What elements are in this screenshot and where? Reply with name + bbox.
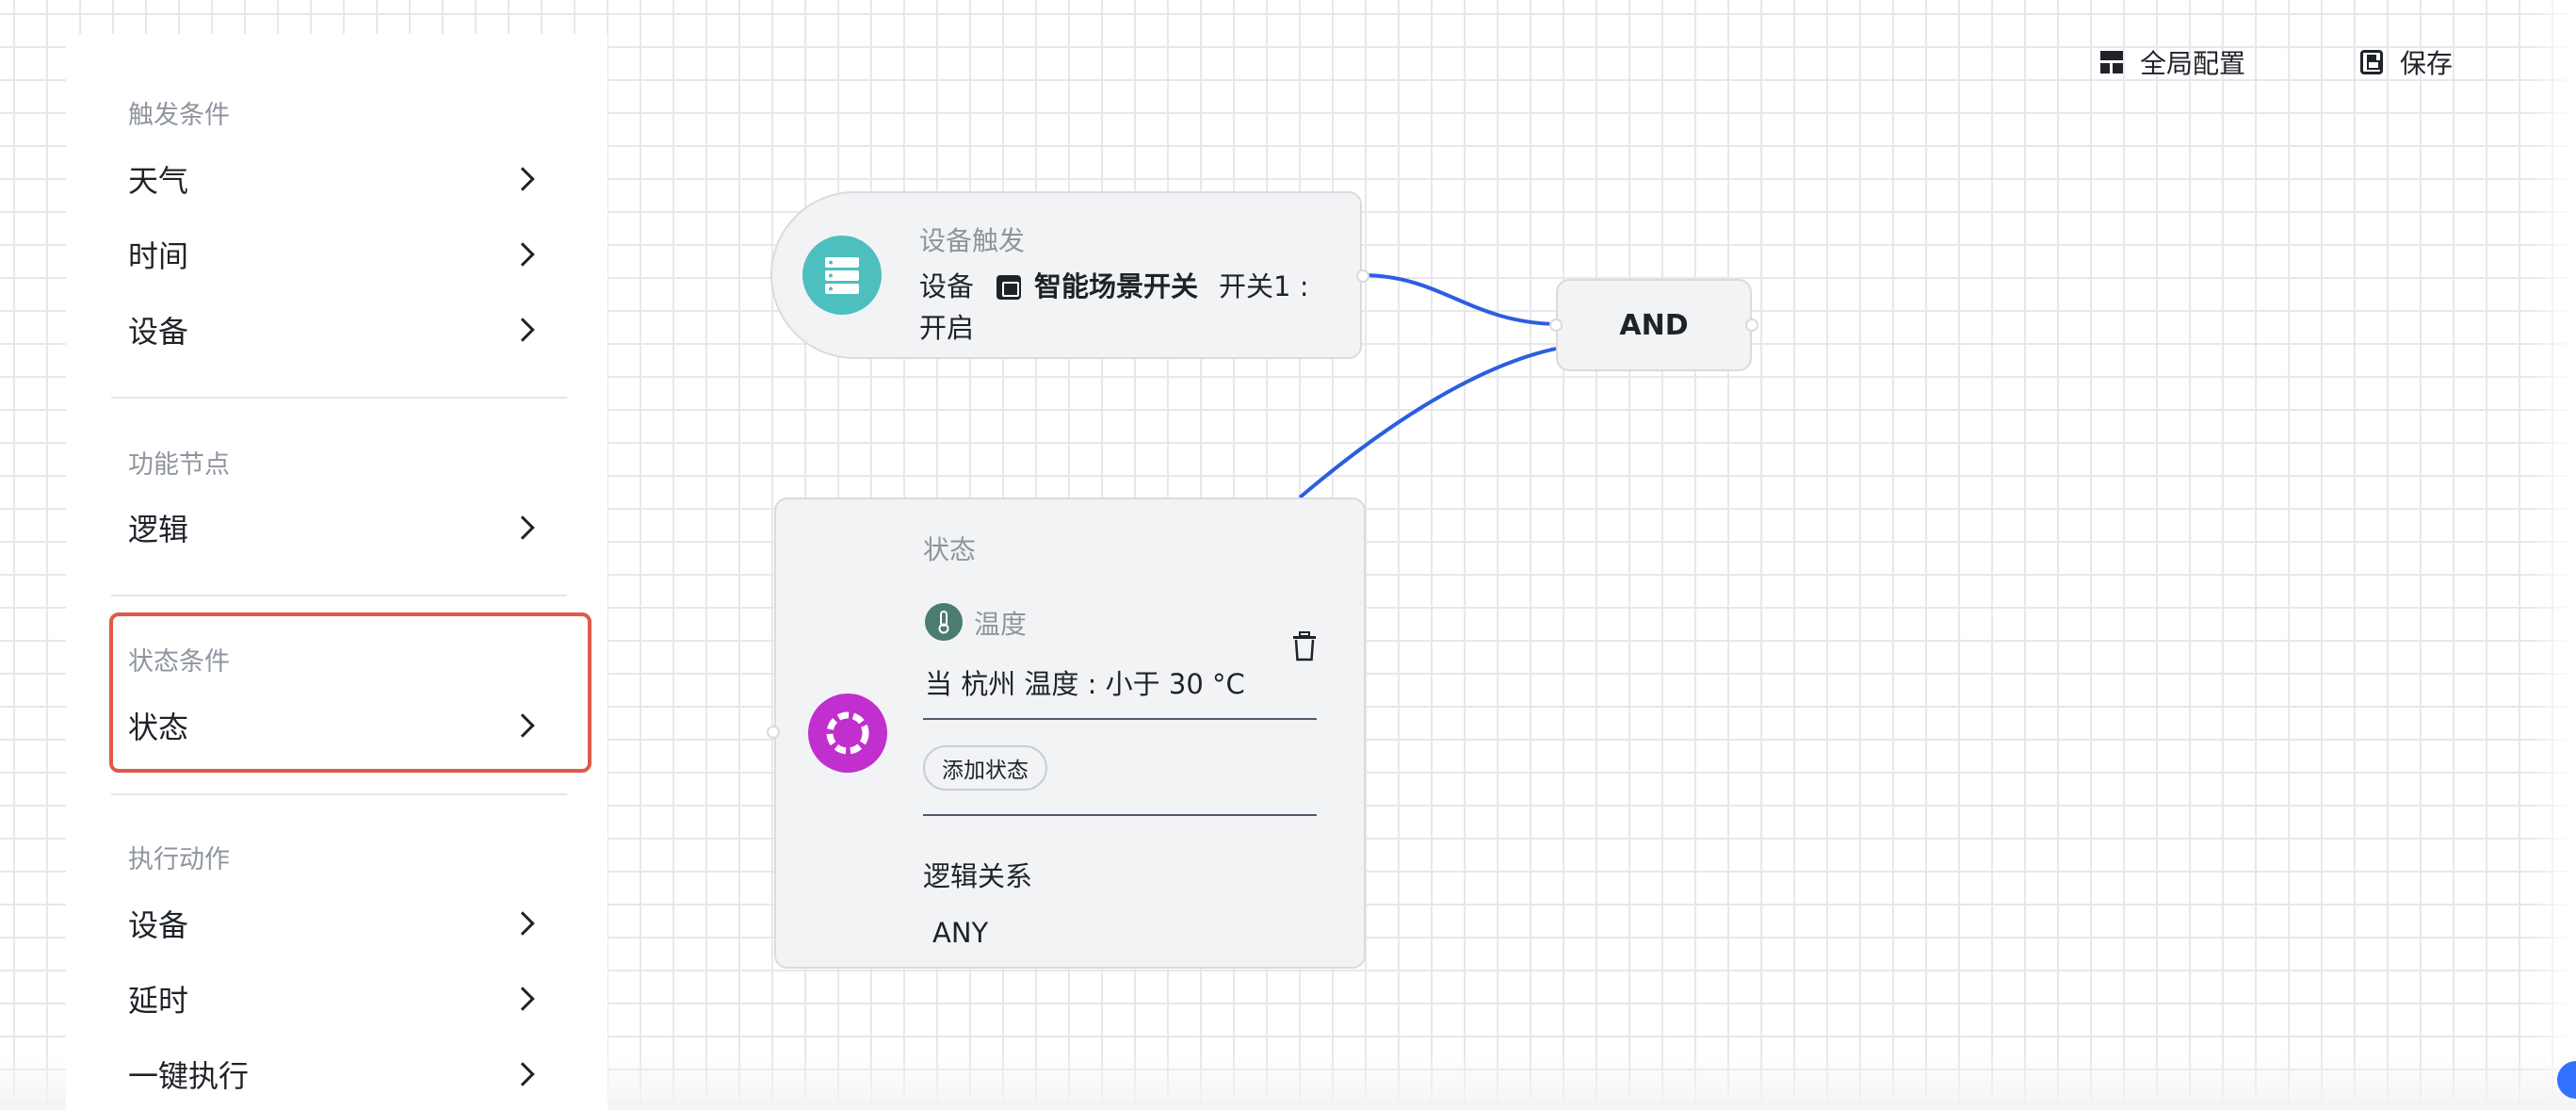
section-title-state: 状态条件 [128,647,230,677]
divider [111,397,567,399]
state-node-title: 状态 [923,534,977,565]
chevron-right-icon [510,713,535,738]
divider [923,718,1317,720]
palette-item-delay[interactable]: 延时 [128,969,543,1029]
trigger-action-line1: 开关1 : [1219,270,1309,302]
switch-device-icon [996,275,1022,300]
layout-icon [2100,51,2123,73]
save-label: 保存 [2400,48,2454,79]
divider [111,793,567,795]
palette-item-label: 状态 [128,710,189,745]
palette-item-label: 时间 [128,238,189,274]
section-title-function: 功能节点 [128,450,230,480]
trash-icon[interactable] [1292,631,1317,661]
logic-relation-label: 逻辑关系 [923,860,1033,892]
palette-item-device-trigger[interactable]: 设备 [128,300,543,360]
save-button[interactable]: 保存 [2360,41,2453,83]
chevron-right-icon [510,1062,535,1086]
node-palette: 触发条件 天气 时间 设备 功能节点 逻辑 状态条件 状态 执行动作 设备 延时… [66,34,608,1110]
palette-item-weather[interactable]: 天气 [128,149,543,209]
trigger-device-name: 智能场景开关 [1034,270,1199,302]
chevron-right-icon [510,242,535,267]
chevron-right-icon [510,318,535,342]
palette-item-time[interactable]: 时间 [128,224,543,285]
palette-item-label: 设备 [128,907,189,943]
chevron-right-icon [510,515,535,540]
section-title-action: 执行动作 [128,845,230,874]
save-icon [2360,50,2383,74]
chevron-right-icon [510,987,535,1011]
palette-item-label: 设备 [128,314,189,350]
palette-item-one-click[interactable]: 一键执行 [128,1044,543,1104]
logic-relation-value[interactable]: ANY [932,912,988,954]
trigger-prefix: 设备 [919,270,975,302]
trigger-node-title: 设备触发 [919,225,1026,256]
thermometer-icon [925,603,963,641]
and-input-port[interactable] [1549,318,1563,332]
trigger-action-line2: 开启 [919,312,975,344]
logic-and-node[interactable]: AND [1556,279,1752,371]
palette-item-state[interactable]: 状态 [128,695,543,756]
palette-item-label: 延时 [128,983,189,1019]
palette-item-device-action[interactable]: 设备 [128,893,543,954]
chevron-right-icon [510,911,535,936]
section-title-trigger: 触发条件 [128,101,230,130]
chevron-right-icon [510,167,535,191]
global-config-label: 全局配置 [2140,48,2246,79]
server-icon [802,236,882,315]
state-condition-text[interactable]: 当 杭州 温度 : 小于 30 °C [925,663,1245,705]
global-config-button[interactable]: 全局配置 [2100,41,2245,83]
connector-trigger-to-and [1361,273,1557,326]
divider [111,595,567,596]
trigger-node-condition: 设备 智能场景开关 开关1 : [919,266,1308,307]
state-condition-type: 温度 [974,609,1028,640]
and-output-port[interactable] [1745,318,1758,332]
state-input-port[interactable] [767,726,780,739]
connector-state-to-and [1298,347,1557,499]
logic-node-label: AND [1619,308,1689,342]
divider [923,814,1317,816]
lifebuoy-icon [808,694,887,773]
add-state-button[interactable]: 添加状态 [923,745,1047,791]
palette-item-label: 一键执行 [128,1058,250,1094]
palette-item-logic[interactable]: 逻辑 [128,498,543,558]
palette-item-label: 逻辑 [128,512,189,547]
trigger-output-port[interactable] [1356,269,1369,283]
palette-item-label: 天气 [128,163,189,199]
